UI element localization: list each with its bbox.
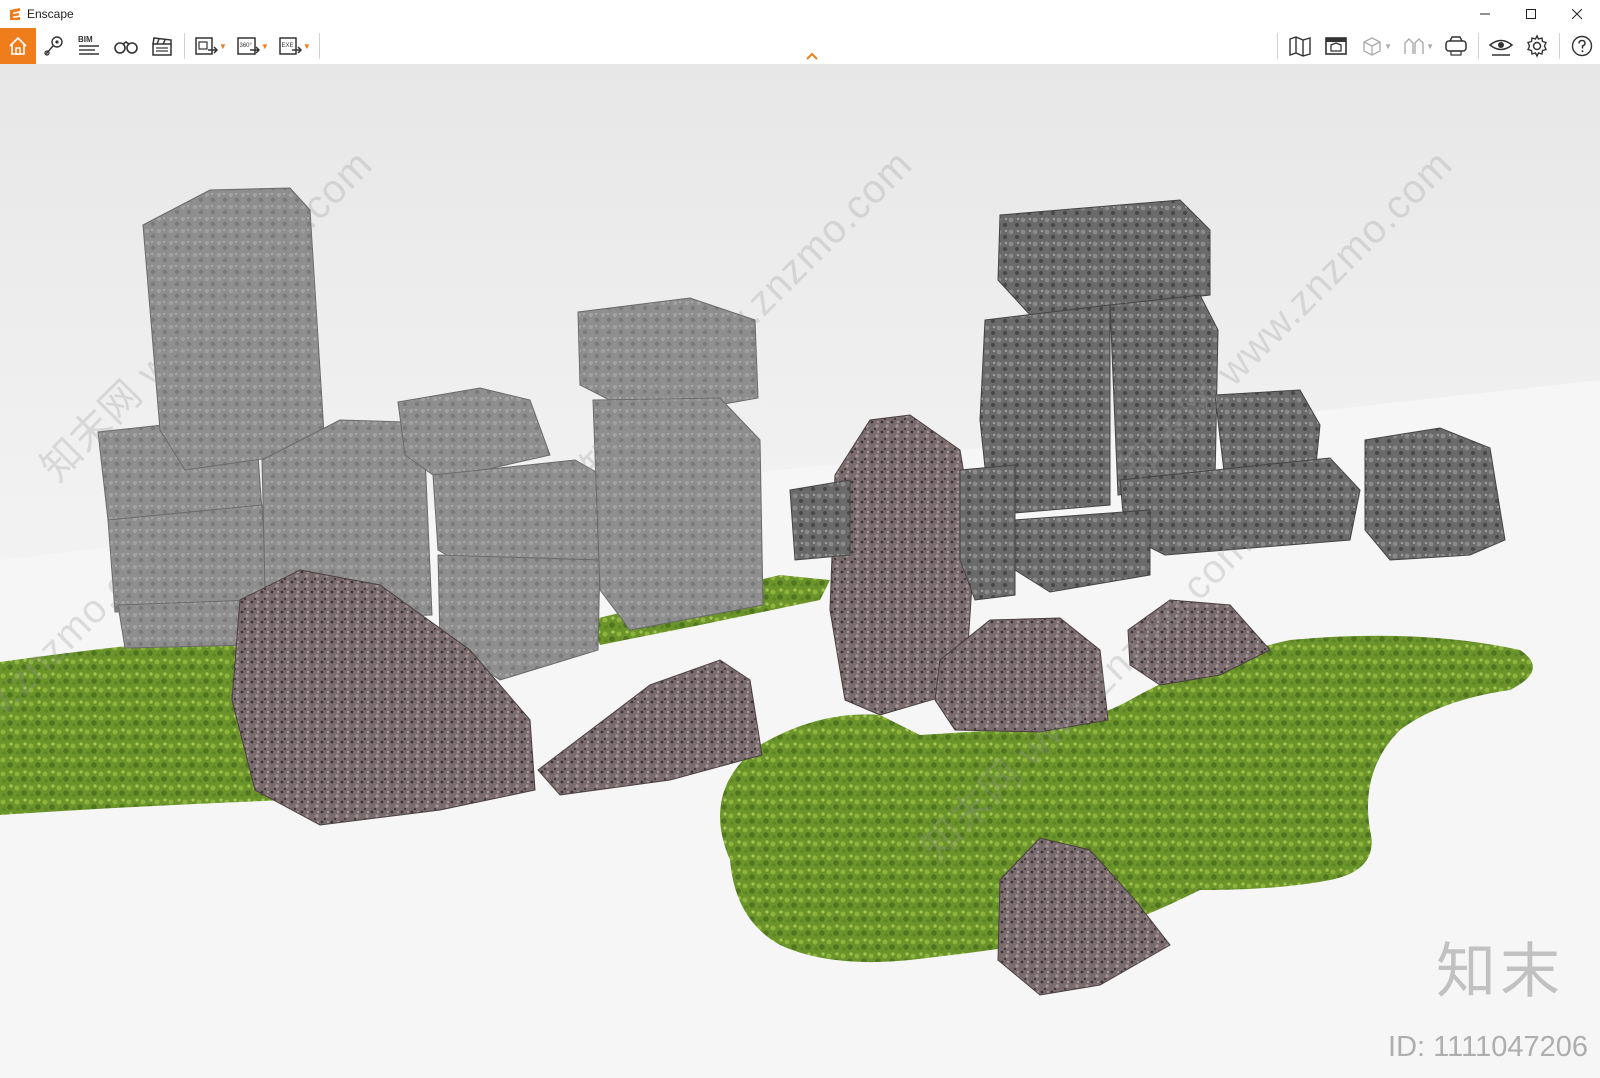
visibility-icon — [1488, 39, 1514, 56]
help-icon — [1571, 35, 1593, 57]
toolbar-separator — [1559, 33, 1560, 59]
toolbar-separator — [318, 33, 320, 59]
binoculars-button[interactable] — [108, 28, 144, 64]
exe-label: EXE — [281, 43, 293, 49]
title-bar: Enscape — [0, 0, 1600, 28]
bim-info-button[interactable]: BIM — [72, 28, 108, 64]
map-icon — [1289, 36, 1311, 57]
bim-label: BIM — [78, 35, 93, 44]
panorama-dropdown-caret[interactable]: ▼ — [261, 42, 269, 51]
settings-button[interactable] — [1519, 28, 1555, 64]
location-pin-icon — [44, 36, 63, 56]
minimize-icon — [1480, 13, 1490, 15]
exe-export-icon: EXE — [279, 37, 302, 55]
map-button[interactable] — [1282, 28, 1318, 64]
toolbar-separator — [184, 33, 185, 59]
screenshot-dropdown-caret[interactable]: ▼ — [219, 42, 227, 51]
close-button[interactable] — [1554, 0, 1600, 28]
screenshot-export-icon — [195, 37, 219, 55]
watermark-id: ID: 1111047206 — [1388, 1031, 1588, 1063]
settings-icon — [1527, 34, 1547, 58]
right-toolbar: ▼ ▼ — [1273, 28, 1600, 64]
minimize-button[interactable] — [1462, 0, 1508, 28]
maximize-icon — [1526, 9, 1536, 19]
vr-headset-icon — [1445, 36, 1467, 56]
collaborate-dropdown-caret[interactable]: ▼ — [1426, 42, 1434, 51]
vr-headset-button[interactable] — [1438, 28, 1474, 64]
toolbar-separator — [1478, 33, 1479, 59]
collaborate-icon — [1404, 38, 1424, 54]
toolbar-separator — [1277, 33, 1279, 59]
visibility-button[interactable] — [1483, 28, 1519, 64]
clapper-icon — [152, 37, 172, 56]
cube-dropdown-caret[interactable]: ▼ — [1384, 42, 1392, 51]
asset-library-button[interactable] — [1318, 28, 1354, 64]
cube-view-icon — [1363, 37, 1381, 56]
views-button[interactable] — [36, 28, 72, 64]
bim-info-icon: BIM — [78, 35, 99, 55]
watermark-brand: 知末 — [1436, 937, 1564, 1007]
render-viewport[interactable]: 知末网 www.znzmo.com 知末网 www.znzmo.com 知末网 … — [0, 64, 1600, 1078]
window-title: Enscape — [27, 7, 74, 21]
asset-library-icon — [1325, 37, 1347, 55]
enscape-logo-icon — [10, 8, 20, 20]
close-icon — [1572, 9, 1582, 19]
video-editor-button[interactable] — [144, 28, 180, 64]
exe-dropdown-caret[interactable]: ▼ — [303, 42, 311, 51]
collapse-toolbar-chevron-icon[interactable] — [804, 50, 820, 62]
binoculars-icon — [114, 41, 138, 54]
panorama-label: 360° — [239, 43, 252, 49]
maximize-button[interactable] — [1508, 0, 1554, 28]
home-button[interactable] — [0, 28, 36, 64]
panorama-export-icon: 360° — [237, 37, 260, 55]
help-button[interactable] — [1564, 28, 1600, 64]
home-icon — [9, 36, 27, 55]
